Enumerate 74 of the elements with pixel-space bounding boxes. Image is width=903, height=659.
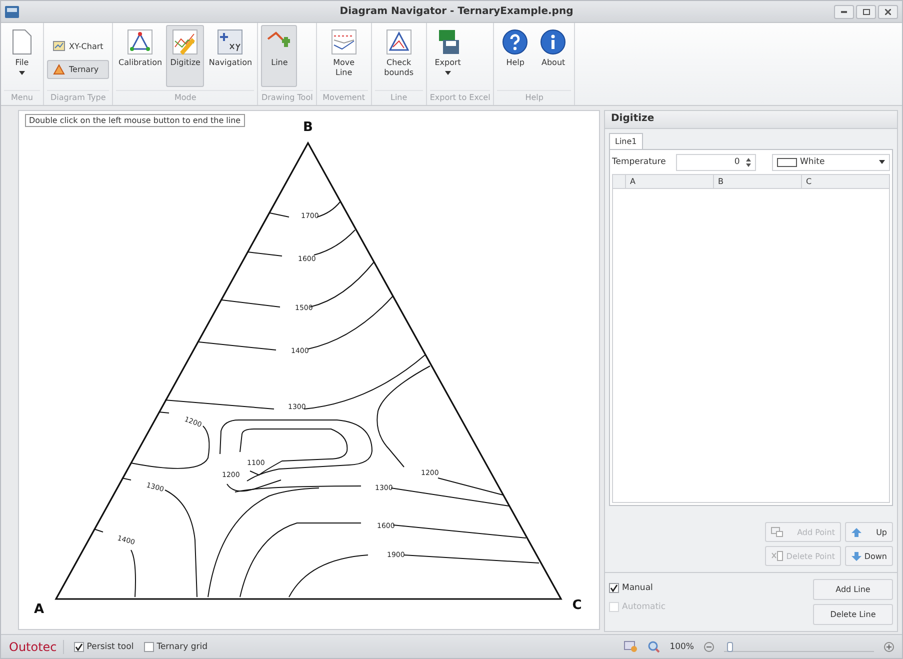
line-button[interactable]: Add Line: [813, 579, 893, 600]
checkbox[interactable]: [74, 642, 84, 652]
hint-label: Double click on the left mouse button to end the line: [25, 114, 245, 127]
delete-point-icon: [771, 551, 783, 561]
pencil-chart-icon: [172, 29, 198, 55]
up-arrow-icon: [851, 526, 862, 538]
panel-title: Digitize: [605, 111, 897, 129]
checkbox-label: Automatic: [622, 602, 666, 612]
column-header: C: [801, 175, 889, 188]
point-button[interactable]: Up: [845, 522, 893, 542]
add-point-icon: [771, 527, 783, 537]
temperature-spin-field[interactable]: 0: [676, 154, 756, 170]
ribbon-group-label: Menu: [4, 90, 40, 105]
ribbon-group-label: Diagram Type: [47, 90, 110, 105]
checkbox-label: Persist tool: [86, 642, 134, 652]
zoom-slider[interactable]: [724, 642, 874, 652]
slider-thumb[interactable]: [726, 642, 733, 652]
ribbon-group-label: Help: [497, 90, 572, 105]
checkbox[interactable]: [609, 583, 619, 593]
ribbon-button[interactable]: Ternary: [47, 60, 110, 78]
temperature-label: Temperature: [612, 157, 666, 167]
maximize-button[interactable]: [856, 4, 876, 18]
close-icon: [885, 8, 891, 14]
logo-text: Outotec: [9, 640, 64, 654]
zoom-level: 100%: [670, 642, 694, 652]
zoom-out-icon[interactable]: [704, 642, 714, 652]
color-swatch-icon: [777, 158, 797, 166]
ribbon-button[interactable]: Check bounds: [374, 25, 423, 87]
ribbon-group-label: Mode: [116, 90, 254, 105]
triangle-check-icon: [386, 29, 412, 55]
zoom-fit-icon: [624, 640, 638, 652]
ribbon-button[interactable]: About: [535, 25, 572, 87]
help-icon: [502, 29, 528, 55]
minimize-icon: [841, 10, 847, 12]
ribbon-button[interactable]: XY-Chart: [47, 36, 110, 56]
zoom-in-icon[interactable]: [884, 642, 894, 652]
ribbon-group-label: Export to Excel: [430, 90, 490, 105]
line-tab[interactable]: Line1: [609, 133, 643, 149]
ribbon-button[interactable]: Move Line: [320, 25, 368, 87]
down-arrow-icon: [851, 550, 862, 562]
checkbox[interactable]: [144, 642, 154, 652]
vertex-label: A: [34, 602, 44, 617]
vertex-label: B: [303, 120, 313, 135]
point-button[interactable]: Down: [845, 546, 893, 566]
checkbox-label: Manual: [622, 583, 653, 593]
window-title: Diagram Navigator - TernaryExample.png: [338, 6, 574, 17]
color-dropdown[interactable]: White: [772, 154, 890, 170]
maximize-icon: [862, 8, 870, 14]
app-icon: [5, 6, 19, 18]
ribbon-group-label: Drawing Tool: [261, 90, 313, 105]
ribbon-button[interactable]: Line: [261, 25, 298, 87]
caret-icon: [879, 160, 885, 164]
info-icon: [540, 29, 566, 55]
xy-icon: [217, 29, 244, 55]
triangle-icon: [53, 64, 65, 74]
ribbon-button[interactable]: Navigation: [206, 25, 254, 87]
vertex-label: C: [572, 598, 582, 613]
ribbon-button[interactable]: Export: [430, 25, 466, 87]
column-header: A: [625, 175, 713, 188]
line-button[interactable]: Delete Line: [813, 604, 893, 625]
search-icon: [648, 640, 660, 652]
checkbox-label: Ternary grid: [156, 642, 208, 652]
spin-arrows-icon: [746, 158, 751, 166]
ribbon-group-label: Line: [374, 90, 423, 105]
ribbon-button[interactable]: Digitize: [166, 25, 204, 87]
ribbon-button[interactable]: Calibration: [116, 25, 164, 87]
minimize-button[interactable]: [834, 4, 854, 18]
ribbon-group-label: Movement: [320, 90, 368, 105]
ribbon-button[interactable]: Help: [497, 25, 534, 87]
chart-icon: [53, 41, 65, 51]
ribbon-button[interactable]: File: [4, 25, 40, 87]
close-button[interactable]: [878, 4, 898, 18]
document-icon: [12, 29, 32, 55]
column-header: B: [713, 175, 801, 188]
